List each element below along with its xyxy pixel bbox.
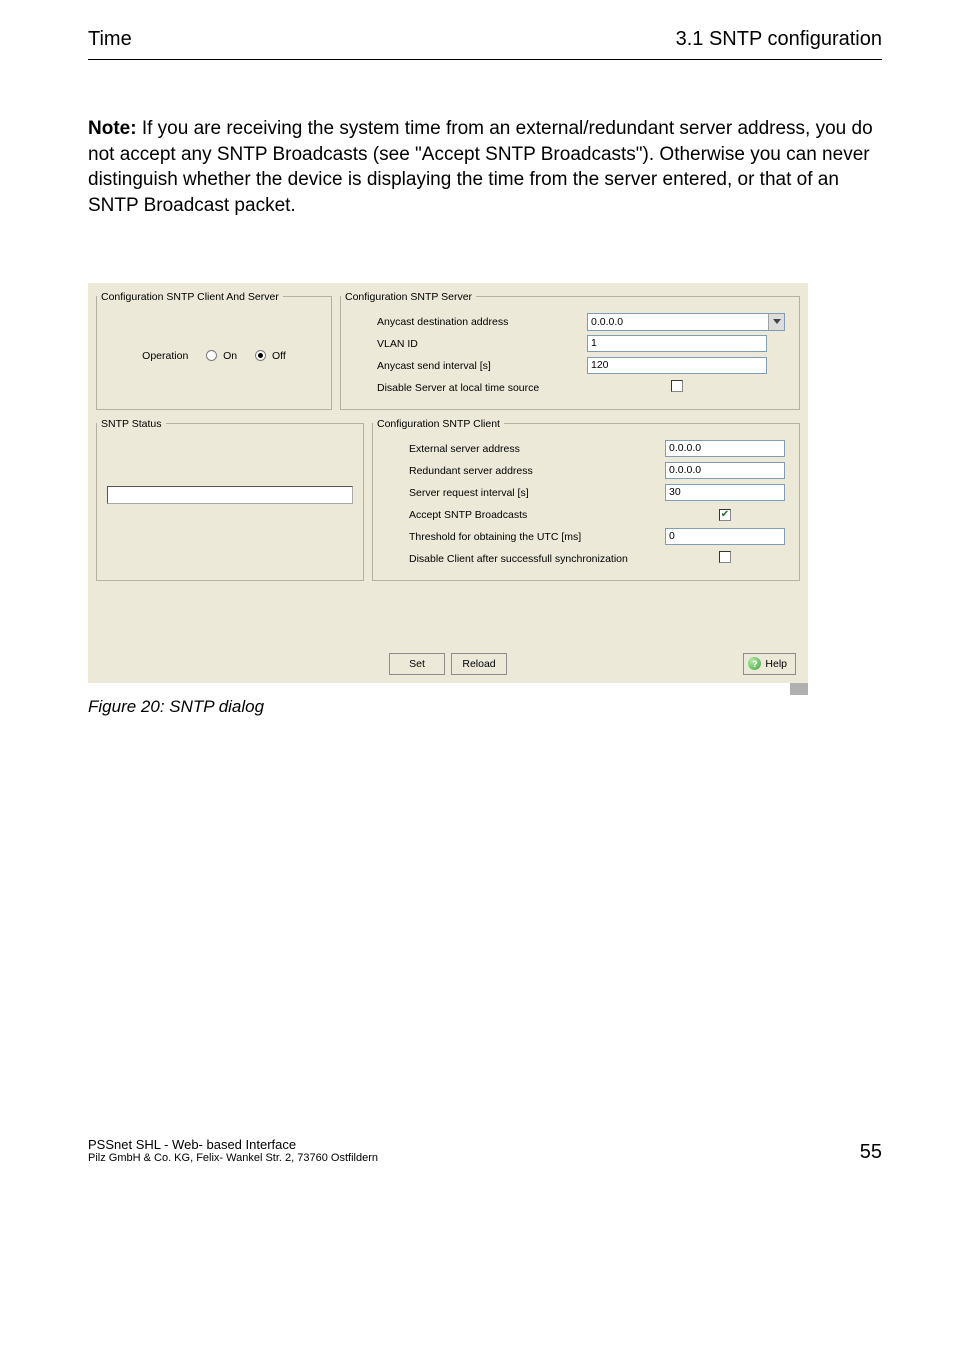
anycast-addr-label: Anycast destination address (377, 316, 587, 328)
footer-line2: Pilz GmbH & Co. KG, Felix- Wankel Str. 2… (88, 1152, 378, 1164)
reload-button[interactable]: Reload (451, 653, 507, 675)
group-sntp-server-legend: Configuration SNTP Server (341, 291, 476, 303)
help-button-label: Help (765, 658, 787, 670)
header-rule (88, 59, 882, 60)
group-sntp-client: Configuration SNTP Client External serve… (372, 418, 800, 581)
vlan-id-label: VLAN ID (377, 338, 587, 350)
ext-addr-label: External server address (409, 443, 665, 455)
group-sntp-server: Configuration SNTP Server Anycast destin… (340, 291, 800, 410)
ext-addr-input[interactable]: 0.0.0.0 (665, 440, 785, 457)
accept-broadcasts-checkbox[interactable] (719, 509, 731, 521)
send-interval-label: Anycast send interval [s] (377, 360, 587, 372)
threshold-label: Threshold for obtaining the UTC [ms] (409, 531, 665, 543)
header-right: 3.1 SNTP configuration (676, 28, 882, 51)
accept-broadcasts-label: Accept SNTP Broadcasts (409, 509, 665, 521)
chevron-down-icon[interactable] (768, 314, 784, 330)
note-label: Note: (88, 118, 137, 139)
sntp-dialog: Configuration SNTP Client And Server Ope… (88, 283, 808, 683)
help-icon: ? (748, 657, 761, 670)
header-left: Time (88, 28, 132, 51)
help-button[interactable]: ? Help (743, 653, 796, 675)
disable-after-sync-label: Disable Client after successfull synchro… (409, 553, 665, 565)
footer-line1: PSSnet SHL - Web- based Interface (88, 1137, 378, 1152)
disable-after-sync-checkbox[interactable] (719, 551, 731, 563)
group-client-and-server-legend: Configuration SNTP Client And Server (97, 291, 283, 303)
figure-caption: Figure 20: SNTP dialog (88, 697, 882, 717)
operation-off-radio[interactable] (255, 350, 266, 361)
threshold-input[interactable]: 0 (665, 528, 785, 545)
red-addr-input[interactable]: 0.0.0.0 (665, 462, 785, 479)
red-addr-label: Redundant server address (409, 465, 665, 477)
send-interval-input[interactable]: 120 (587, 357, 767, 374)
window-corner (790, 683, 808, 695)
operation-on-radio[interactable] (206, 350, 217, 361)
disable-local-label: Disable Server at local time source (377, 382, 587, 394)
note-paragraph: Note: If you are receiving the system ti… (88, 116, 882, 219)
anycast-addr-value: 0.0.0.0 (588, 314, 768, 330)
disable-local-checkbox[interactable] (671, 380, 683, 392)
group-sntp-client-legend: Configuration SNTP Client (373, 418, 504, 430)
operation-off-label: Off (272, 350, 286, 362)
group-client-and-server: Configuration SNTP Client And Server Ope… (96, 291, 332, 410)
group-sntp-status-legend: SNTP Status (97, 418, 166, 430)
set-button[interactable]: Set (389, 653, 445, 675)
req-interval-input[interactable]: 30 (665, 484, 785, 501)
vlan-id-input[interactable]: 1 (587, 335, 767, 352)
req-interval-label: Server request interval [s] (409, 487, 665, 499)
anycast-addr-combo[interactable]: 0.0.0.0 (587, 313, 785, 331)
sntp-status-field (107, 486, 353, 504)
operation-on-label: On (223, 350, 237, 362)
note-text: If you are receiving the system time fro… (88, 118, 873, 216)
group-sntp-status: SNTP Status (96, 418, 364, 581)
operation-label: Operation (142, 350, 188, 362)
page-number: 55 (860, 1141, 882, 1164)
